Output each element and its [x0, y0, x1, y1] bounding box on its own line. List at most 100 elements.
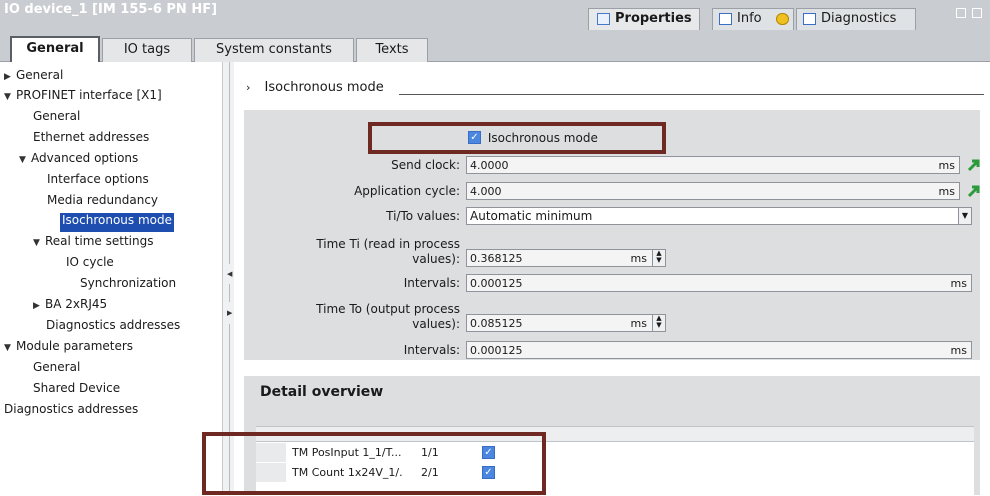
tree-item-diagnostics-addresses[interactable]: Diagnostics addresses [46, 318, 180, 337]
tree-label: General [33, 109, 81, 123]
collapse-down-icon[interactable]: ▼ [4, 343, 16, 353]
go-to-arrow-icon[interactable] [966, 157, 982, 173]
tab-properties-label: Properties [615, 11, 692, 26]
tree-label: General [16, 68, 64, 82]
tab-general-label: General [26, 41, 84, 56]
tab-system-constants[interactable]: System constants [194, 38, 354, 62]
time-ti-unit: ms [630, 252, 647, 265]
time-to-field[interactable]: 0.085125 ms ▲ ▼ [466, 314, 666, 332]
application-cycle-unit: ms [938, 185, 955, 198]
application-cycle-label: Application cycle: [354, 184, 460, 198]
ti-to-values-dropdown[interactable]: Automatic minimum ▼ [466, 207, 972, 225]
tree-label: Advanced options [31, 151, 139, 165]
tree-item-profinet-interface[interactable]: ▼ PROFINET interface [X1] [4, 88, 162, 107]
ti-intervals-field[interactable]: 0.000125 ms [466, 274, 972, 292]
splitter-line [229, 62, 230, 264]
go-to-arrow-icon[interactable] [966, 183, 982, 199]
to-intervals-value: 0.000125 [470, 344, 523, 357]
tree-item-media-redundancy[interactable]: Media redundancy [47, 193, 158, 212]
chevron-right-icon: › [246, 81, 251, 94]
info-panel-icon [719, 13, 732, 25]
tree-label: Real time settings [45, 234, 154, 248]
maximize-icon[interactable] [972, 8, 982, 18]
tree-item-general[interactable]: ▶ General [4, 68, 63, 87]
application-cycle-value: 4.000 [470, 185, 502, 198]
send-clock-field[interactable]: 4.0000 ms [466, 156, 960, 174]
tree-item-module-diagnostics-addresses[interactable]: Diagnostics addresses [4, 402, 138, 421]
tree-item-synchronization[interactable]: Synchronization [80, 276, 176, 295]
to-intervals-unit: ms [950, 344, 967, 357]
tree-item-interface-general[interactable]: General [33, 109, 80, 128]
tab-texts-label: Texts [375, 42, 409, 57]
splitter-line [229, 284, 230, 302]
section-header[interactable]: › Isochronous mode [246, 80, 384, 95]
tab-info-label: Info [737, 11, 762, 26]
tree-item-isochronous-mode[interactable]: Isochronous mode [60, 213, 174, 232]
section-divider [399, 94, 984, 95]
tab-diagnostics-label: Diagnostics [821, 11, 897, 26]
time-to-label-line1: Time To (output process [316, 302, 460, 316]
ti-intervals-value: 0.000125 [470, 277, 523, 290]
detail-overview-title: Detail overview [260, 384, 384, 400]
tree-label: Diagnostics addresses [4, 402, 139, 416]
expand-right-icon[interactable]: ▶ [227, 309, 232, 317]
expand-right-icon[interactable]: ▶ [4, 72, 16, 82]
collapse-down-icon[interactable]: ▼ [33, 238, 45, 248]
tree-item-real-time-settings[interactable]: ▼ Real time settings [33, 234, 153, 253]
tab-io-tags-label: IO tags [123, 42, 171, 57]
annotation-highlight-checkbox [368, 122, 666, 154]
tree-item-module-parameters[interactable]: ▼ Module parameters [4, 339, 133, 358]
property-tabs: General IO tags System constants Texts [0, 30, 990, 62]
section-title: Isochronous mode [264, 80, 384, 95]
time-ti-field[interactable]: 0.368125 ms ▲ ▼ [466, 249, 666, 267]
properties-icon [597, 13, 610, 25]
window-title: IO device_1 [IM 155-6 PN HF] [4, 2, 218, 17]
tab-io-tags[interactable]: IO tags [102, 38, 192, 62]
tab-info[interactable]: Info [712, 8, 794, 30]
tree-label: Module parameters [16, 339, 134, 353]
expand-right-icon[interactable]: ▶ [33, 301, 45, 311]
tree-label: Shared Device [33, 381, 121, 395]
to-intervals-field[interactable]: 0.000125 ms [466, 341, 972, 359]
collapse-down-icon[interactable]: ▼ [4, 92, 16, 102]
send-clock-label: Send clock: [391, 158, 460, 172]
tab-diagnostics[interactable]: Diagnostics [796, 8, 916, 30]
tree-item-advanced-options[interactable]: ▼ Advanced options [19, 151, 138, 170]
tree-item-ethernet-addresses[interactable]: Ethernet addresses [33, 130, 149, 149]
tree-label: Media redundancy [47, 193, 159, 207]
tree-item-interface-options[interactable]: Interface options [47, 172, 149, 191]
time-to-unit: ms [630, 317, 647, 330]
float-window-icon[interactable] [956, 8, 966, 18]
tree-item-ba-2xrj45[interactable]: ▶ BA 2xRJ45 [33, 297, 107, 316]
tree-label: PROFINET interface [X1] [16, 88, 162, 102]
tree-item-module-general[interactable]: General [33, 360, 80, 379]
tab-properties[interactable]: Properties [588, 8, 700, 30]
ti-intervals-unit: ms [950, 277, 967, 290]
spinner-icon[interactable]: ▲ ▼ [652, 314, 666, 332]
tree-label: Ethernet addresses [33, 130, 150, 144]
annotation-highlight-table [202, 432, 546, 495]
tree-label: General [33, 360, 81, 374]
ti-to-values-label: Ti/To values: [386, 209, 460, 223]
tab-system-constants-label: System constants [216, 42, 332, 57]
dropdown-arrow-icon[interactable]: ▼ [958, 207, 972, 225]
to-intervals-label: Intervals: [403, 343, 460, 357]
navigation-tree: ▶ General ▼ PROFINET interface [X1] Genera… [0, 62, 222, 495]
spinner-icon[interactable]: ▲ ▼ [652, 249, 666, 267]
send-clock-value: 4.0000 [470, 159, 509, 172]
tree-item-shared-device[interactable]: Shared Device [33, 381, 120, 400]
time-ti-value: 0.368125 [470, 252, 523, 265]
tab-general[interactable]: General [10, 36, 100, 62]
title-bar: IO device_1 [IM 155-6 PN HF] Properties … [0, 0, 990, 30]
ti-intervals-label: Intervals: [403, 276, 460, 290]
time-to-label-line2: values): [412, 317, 460, 331]
tree-item-io-cycle[interactable]: IO cycle [66, 255, 114, 274]
time-to-value: 0.085125 [470, 317, 523, 330]
tree-label: Isochronous mode [62, 213, 172, 227]
collapse-left-icon[interactable]: ◀ [227, 270, 232, 278]
tab-texts[interactable]: Texts [356, 38, 428, 62]
splitter[interactable]: ◀ ▶ [222, 62, 234, 495]
ti-to-values-selected: Automatic minimum [470, 209, 593, 223]
collapse-down-icon[interactable]: ▼ [19, 155, 31, 165]
application-cycle-field[interactable]: 4.000 ms [466, 182, 960, 200]
